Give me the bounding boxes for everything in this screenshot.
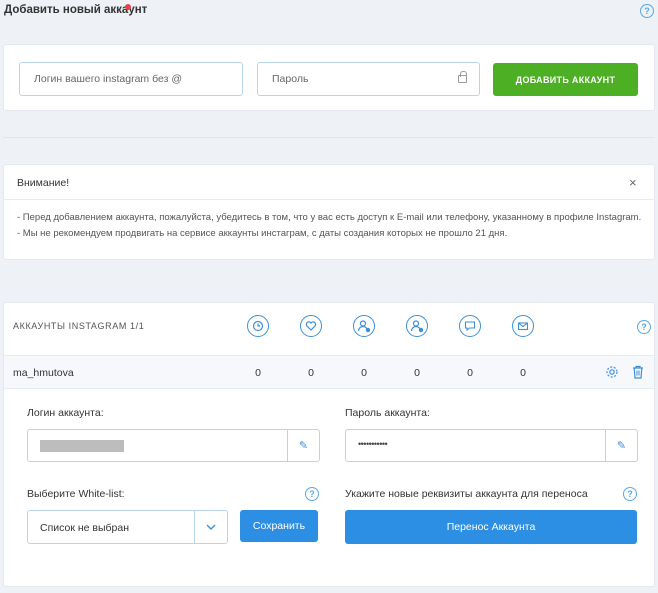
login-input[interactable]: Логин вашего instagram без @ <box>19 62 243 96</box>
chevron-down-icon[interactable] <box>194 511 227 543</box>
mail-icon <box>512 315 534 337</box>
divider <box>3 137 655 138</box>
heart-icon <box>300 315 322 337</box>
accounts-title: АККАУНТЫ INSTAGRAM 1/1 <box>13 321 145 331</box>
notice-divider <box>4 199 654 200</box>
transfer-account-button[interactable]: Перенос Аккаунта <box>345 510 637 544</box>
account-password-field[interactable]: ••••••••••• ✎ <box>345 429 638 462</box>
save-button[interactable]: Сохранить <box>240 510 318 542</box>
notice-panel: Внимание! × - Перед добавлением аккаунта… <box>3 164 655 260</box>
stat-value-messages: 0 <box>520 367 526 379</box>
user-remove-icon <box>406 315 428 337</box>
pencil-icon[interactable]: ✎ <box>605 430 637 461</box>
transfer-help-icon[interactable]: ? <box>623 487 637 501</box>
pencil-icon[interactable]: ✎ <box>287 430 319 461</box>
stat-value-likes: 0 <box>308 367 314 379</box>
lock-icon <box>458 71 467 83</box>
stat-value-clock: 0 <box>255 367 261 379</box>
notice-title: Внимание! <box>17 177 70 189</box>
stat-value-unfollows: 0 <box>414 367 420 379</box>
transfer-button-label: Перенос Аккаунта <box>446 521 536 533</box>
whitelist-select[interactable]: Список не выбран <box>27 510 228 544</box>
transfer-label: Укажите новые реквизиты аккаунта для пер… <box>345 488 588 500</box>
add-account-panel: Логин вашего instagram без @ Пароль ДОБА… <box>3 44 655 111</box>
password-input[interactable]: Пароль <box>257 62 480 96</box>
stat-value-follows: 0 <box>361 367 367 379</box>
save-button-label: Сохранить <box>252 520 306 532</box>
gear-icon[interactable] <box>605 365 619 382</box>
login-label: Логин аккаунта: <box>27 407 104 419</box>
notice-line-1: - Перед добавлением аккаунта, пожалуйста… <box>17 212 642 223</box>
password-placeholder: Пароль <box>272 73 309 85</box>
user-add-icon <box>353 315 375 337</box>
whitelist-help-icon[interactable]: ? <box>305 487 319 501</box>
whitelist-label: Выберите White-list: <box>27 488 125 500</box>
accounts-panel: АККАУНТЫ INSTAGRAM 1/1 ? ma_hmutova 0 0 … <box>3 302 655 587</box>
password-value: ••••••••••• <box>358 439 388 449</box>
account-login-field[interactable]: ✎ <box>27 429 320 462</box>
stat-value-comments: 0 <box>467 367 473 379</box>
login-placeholder: Логин вашего instagram без @ <box>34 73 182 85</box>
add-account-button[interactable]: ДОБАВИТЬ АККАУНТ <box>493 63 638 96</box>
trash-icon[interactable] <box>632 365 644 382</box>
login-redacted <box>40 440 124 452</box>
comment-icon <box>459 315 481 337</box>
add-account-button-label: ДОБАВИТЬ АККАУНТ <box>515 74 616 85</box>
accounts-help-icon[interactable]: ? <box>637 320 651 334</box>
clock-icon <box>247 315 269 337</box>
whitelist-selected: Список не выбран <box>40 522 130 534</box>
help-icon[interactable]: ? <box>640 4 654 18</box>
password-label: Пароль аккаунта: <box>345 407 430 419</box>
account-row[interactable]: ma_hmutova 0 0 0 0 0 0 <box>4 355 654 389</box>
account-username: ma_hmutova <box>13 367 74 379</box>
notification-dot <box>125 4 131 10</box>
notice-line-2: - Мы не рекомендуем продвигать на сервис… <box>17 228 508 239</box>
close-icon[interactable]: × <box>629 175 637 190</box>
